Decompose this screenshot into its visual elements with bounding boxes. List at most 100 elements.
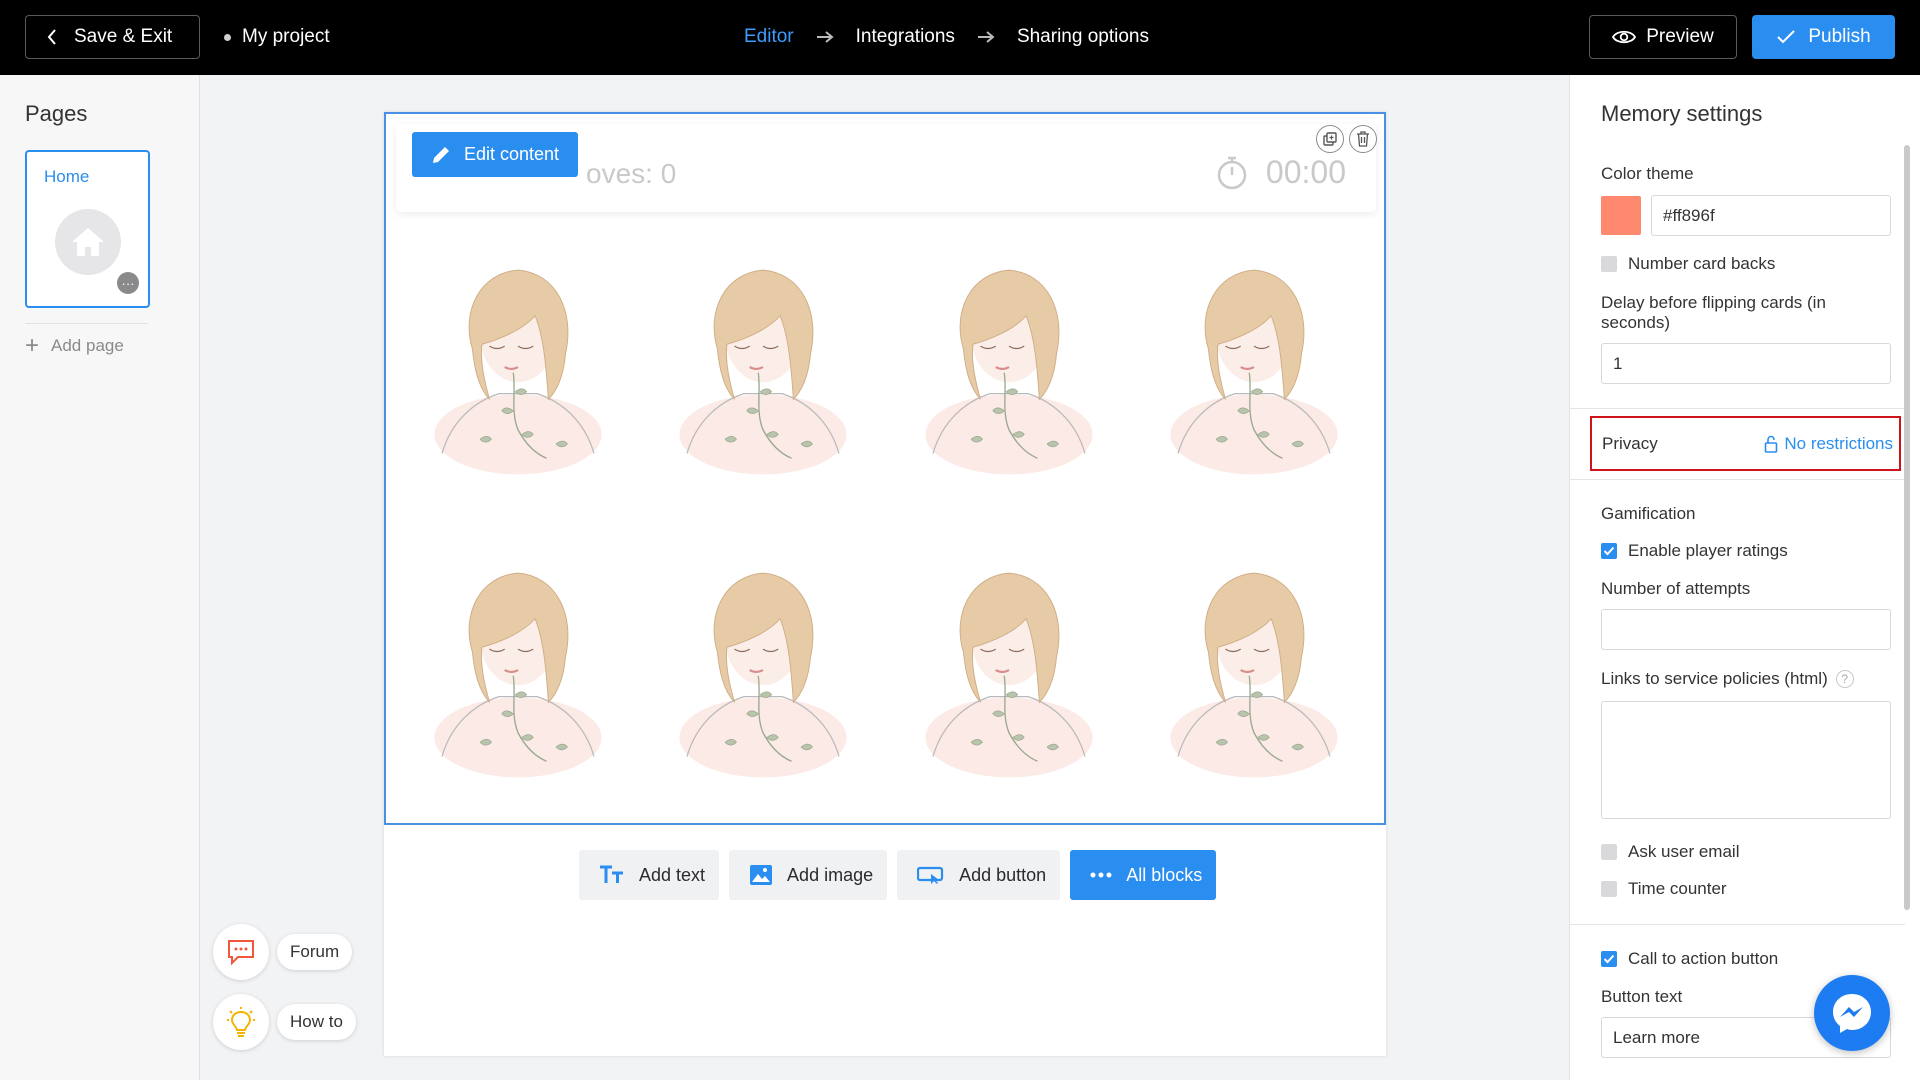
enable-ratings-label: Enable player ratings <box>1628 541 1788 560</box>
attempts-input[interactable] <box>1601 609 1891 650</box>
page-thumbnail-home[interactable]: Home ··· <box>25 150 150 308</box>
moves-counter: oves: 0 <box>586 158 676 190</box>
privacy-label: Privacy <box>1602 433 1658 453</box>
number-card-backs-checkbox[interactable]: Number card backs <box>1601 254 1775 274</box>
messenger-chat-button[interactable] <box>1814 975 1890 1051</box>
duplicate-icon <box>1323 132 1337 146</box>
page-thumbnail-label: Home <box>44 167 90 186</box>
more-options-icon[interactable]: ··· <box>117 272 139 294</box>
project-name-label: My project <box>242 26 330 47</box>
all-blocks-label: All blocks <box>1126 864 1203 885</box>
memory-card[interactable] <box>892 526 1126 818</box>
add-text-button[interactable]: Add text <box>579 850 720 900</box>
top-bar: Save & Exit My project Editor Integratio… <box>0 0 1920 75</box>
number-card-backs-label: Number card backs <box>1628 254 1776 273</box>
delay-label: Delay before flipping cards (in seconds) <box>1601 293 1826 332</box>
settings-scrollbar[interactable] <box>1904 145 1910 910</box>
privacy-row[interactable]: Privacy No restrictions <box>1590 416 1901 471</box>
save-exit-button[interactable]: Save & Exit <box>25 15 200 59</box>
memory-card[interactable] <box>401 526 635 818</box>
add-image-button[interactable]: Add image <box>729 850 888 900</box>
eye-icon <box>1612 30 1637 44</box>
step-editor[interactable]: Editor <box>744 26 794 48</box>
time-counter-checkbox[interactable]: Time counter <box>1601 879 1727 899</box>
delay-input[interactable]: 1 <box>1601 343 1891 384</box>
memory-card[interactable] <box>1138 526 1372 818</box>
publish-label: Publish <box>1808 26 1871 47</box>
enable-ratings-checkbox[interactable]: Enable player ratings <box>1601 541 1788 561</box>
add-image-label: Add image <box>787 864 874 885</box>
cta-label: Call to action button <box>1628 949 1779 968</box>
divider <box>1570 408 1905 409</box>
step-integrations[interactable]: Integrations <box>856 26 955 48</box>
arrow-right-icon <box>977 30 995 44</box>
memory-card[interactable] <box>401 222 635 514</box>
privacy-link[interactable]: No restrictions <box>1764 434 1893 454</box>
memory-card[interactable] <box>647 222 881 514</box>
pages-title: Pages <box>25 101 88 126</box>
step-navigation: Editor Integrations Sharing options <box>744 26 1149 48</box>
publish-button[interactable]: Publish <box>1752 15 1895 59</box>
more-horizontal-icon <box>1090 872 1112 878</box>
color-swatch[interactable] <box>1601 196 1641 235</box>
gamification-label: Gamification <box>1601 504 1696 523</box>
edit-content-button[interactable]: Edit content <box>412 132 578 177</box>
all-blocks-button[interactable]: All blocks <box>1070 850 1217 900</box>
add-page-label: Add page <box>51 336 124 355</box>
moves-value: 0 <box>660 158 677 189</box>
image-icon <box>750 865 773 885</box>
help-question-icon[interactable]: ? <box>1835 670 1854 688</box>
step-sharing-options[interactable]: Sharing options <box>1017 26 1149 48</box>
project-name[interactable]: My project <box>224 26 330 48</box>
preview-label: Preview <box>1646 26 1714 47</box>
card-grid <box>401 222 1371 817</box>
messenger-icon <box>1833 994 1871 1033</box>
policies-textarea[interactable] <box>1601 701 1891 819</box>
privacy-value: No restrictions <box>1784 433 1893 453</box>
settings-title: Memory settings <box>1601 101 1763 126</box>
chat-icon <box>213 924 269 980</box>
checkbox-checked-icon <box>1601 543 1617 559</box>
howto-help[interactable]: How to <box>213 994 356 1050</box>
duplicate-block-button[interactable] <box>1316 125 1344 153</box>
ask-email-checkbox[interactable]: Ask user email <box>1601 842 1739 862</box>
checkbox-icon <box>1601 844 1617 860</box>
game-timer: 00:00 <box>1216 154 1346 191</box>
memory-card[interactable] <box>892 222 1126 514</box>
check-icon <box>1777 30 1796 44</box>
trash-icon <box>1357 131 1369 147</box>
timer-value: 00:00 <box>1265 154 1346 190</box>
add-button-label: Add button <box>959 864 1047 885</box>
forum-label: Forum <box>277 934 353 970</box>
add-page-button[interactable]: + Add page <box>25 323 148 358</box>
plus-icon: + <box>25 332 40 359</box>
add-text-label: Add text <box>639 864 706 885</box>
howto-label: How to <box>277 1004 356 1040</box>
color-theme-label: Color theme <box>1601 164 1694 183</box>
text-icon <box>600 865 623 883</box>
forum-help[interactable]: Forum <box>213 924 353 980</box>
divider <box>1570 479 1905 480</box>
ask-email-label: Ask user email <box>1628 842 1740 861</box>
add-button-button[interactable]: Add button <box>897 850 1061 900</box>
checkbox-checked-icon <box>1601 951 1617 967</box>
memory-card[interactable] <box>647 526 881 818</box>
project-dot-icon <box>224 33 231 41</box>
button-icon <box>917 866 944 884</box>
add-block-bar: Add text Add image Add button All blocks <box>579 850 1217 900</box>
preview-button[interactable]: Preview <box>1589 15 1737 59</box>
pencil-icon <box>433 146 449 163</box>
button-text-label: Button text <box>1601 987 1683 1006</box>
editor-canvas: oves: 0 00:00 Edit content Add text Add … <box>384 112 1386 1056</box>
pages-panel: Pages Home ··· + Add page <box>0 75 200 1080</box>
lightbulb-icon <box>213 994 269 1050</box>
policies-label: Links to service policies (html) <box>1601 669 1828 688</box>
cta-checkbox[interactable]: Call to action button <box>1601 949 1778 969</box>
memory-card[interactable] <box>1138 222 1372 514</box>
color-theme-input[interactable]: #ff896f <box>1651 195 1891 236</box>
divider <box>1570 924 1905 925</box>
delete-block-button[interactable] <box>1349 125 1377 153</box>
save-exit-label: Save & Exit <box>74 26 173 47</box>
moves-label: oves: <box>586 158 653 189</box>
memory-game-block[interactable]: oves: 0 00:00 Edit content <box>384 112 1386 825</box>
